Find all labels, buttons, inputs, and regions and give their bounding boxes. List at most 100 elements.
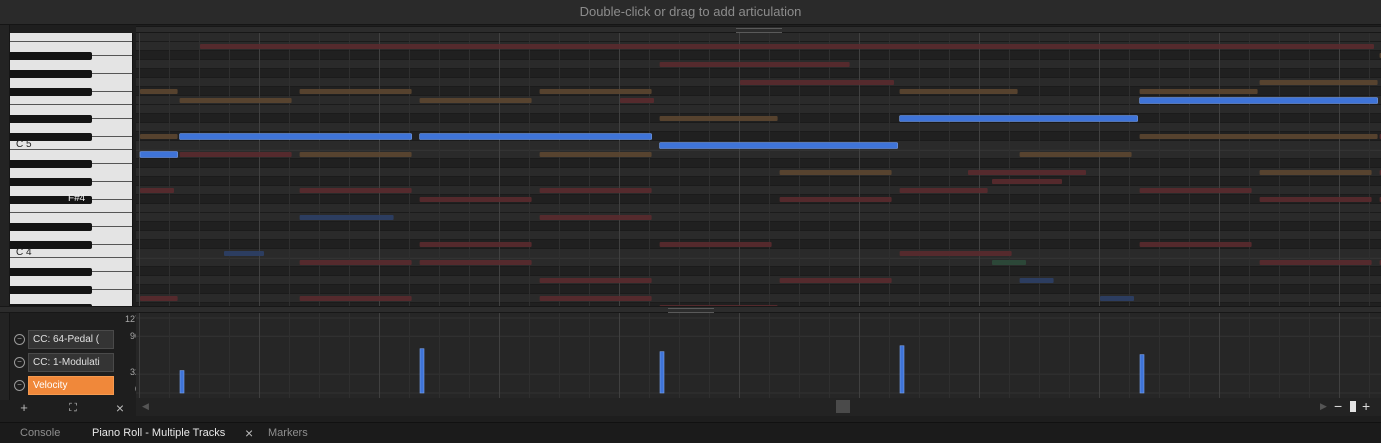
grid-row <box>136 51 1381 60</box>
grid-row <box>136 195 1381 204</box>
note <box>419 133 652 140</box>
ghost-note <box>140 89 178 94</box>
ghost-note <box>539 188 652 193</box>
ghost-note <box>1019 152 1132 157</box>
cc-lane-pedal-button[interactable]: CC: 64-Pedal ( <box>28 330 114 349</box>
lane-splitter[interactable] <box>0 306 1381 313</box>
note <box>139 151 178 158</box>
zoom-slider-handle[interactable] <box>1350 401 1356 412</box>
note-grid[interactable] <box>136 33 1381 306</box>
black-key[interactable] <box>10 51 92 60</box>
ghost-note <box>1019 278 1054 283</box>
grid-row <box>136 33 1381 42</box>
velocity-bar <box>659 351 665 394</box>
articulation-hint: Double-click or drag to add articulation <box>579 4 802 19</box>
piano-keyboard[interactable]: C 5 F#4 C 4 <box>10 33 133 306</box>
scroll-thumb[interactable] <box>836 400 850 413</box>
grid-row <box>136 105 1381 114</box>
ghost-note <box>224 251 264 256</box>
grid-row <box>136 123 1381 132</box>
scroll-right-icon[interactable]: ▶ <box>1320 401 1327 412</box>
ghost-note <box>1139 134 1378 139</box>
ghost-note <box>779 278 892 283</box>
ghost-note <box>1139 188 1252 193</box>
ghost-note <box>659 242 772 247</box>
ghost-note <box>992 179 1062 184</box>
velocity-lane-canvas <box>136 313 1381 398</box>
ghost-note <box>1100 296 1134 301</box>
black-key[interactable] <box>10 222 92 231</box>
white-key[interactable] <box>10 33 132 42</box>
ghost-note <box>1139 89 1258 94</box>
key-label-fs4: F#4 <box>68 193 86 204</box>
close-lanes-icon[interactable]: × <box>110 398 130 418</box>
articulation-lane[interactable]: Double-click or drag to add articulation <box>0 0 1381 25</box>
ghost-note <box>200 44 1374 49</box>
ghost-note <box>659 62 850 67</box>
tab-close-icon[interactable]: × <box>245 423 253 443</box>
grid-row <box>136 159 1381 168</box>
ghost-note <box>299 260 412 265</box>
ghost-note <box>1259 170 1372 175</box>
ghost-note <box>992 260 1026 265</box>
lane-tools: + ⛶ × <box>10 398 136 418</box>
black-key[interactable] <box>10 267 92 276</box>
grid-row <box>136 231 1381 240</box>
scroll-left-icon[interactable]: ◀ <box>142 401 149 412</box>
cc-lane-panel: − CC: 64-Pedal ( − CC: 1-Modulati − Velo… <box>10 313 140 398</box>
zoom-in-icon[interactable]: + <box>1362 398 1370 414</box>
key-label-c5: C 5 <box>16 139 32 150</box>
velocity-lane[interactable] <box>136 313 1381 398</box>
cc-lane-modulation-button[interactable]: CC: 1-Modulati <box>28 353 114 372</box>
ghost-note <box>140 188 174 193</box>
ghost-note <box>140 296 178 301</box>
ghost-note <box>899 188 988 193</box>
cc-lane-row-velocity: − Velocity <box>12 376 114 395</box>
zoom-out-icon[interactable]: − <box>1334 398 1342 414</box>
grid-row <box>136 276 1381 285</box>
left-rail <box>0 0 10 400</box>
add-lane-icon[interactable]: + <box>14 398 34 418</box>
note <box>659 142 898 149</box>
ghost-note <box>419 98 532 103</box>
piano-roll-window: Double-click or drag to add articulation… <box>0 0 1381 443</box>
grid-row <box>136 168 1381 177</box>
ghost-note <box>299 89 412 94</box>
top-splitter[interactable] <box>136 26 1381 33</box>
fit-lanes-icon[interactable]: ⛶ <box>63 398 83 418</box>
black-key[interactable] <box>10 177 92 186</box>
velocity-bar <box>179 370 185 394</box>
ghost-note <box>419 260 532 265</box>
ghost-note <box>539 152 652 157</box>
ghost-note <box>299 215 394 220</box>
tab-markers[interactable]: Markers <box>268 423 308 443</box>
ghost-note <box>1139 242 1252 247</box>
grid-row <box>136 267 1381 276</box>
horizontal-scrollbar[interactable]: ◀ ▶ − + <box>136 398 1381 416</box>
bottom-tab-bar: Console Piano Roll - Multiple Tracks × M… <box>0 422 1381 443</box>
black-key[interactable] <box>10 159 92 168</box>
velocity-bar <box>899 345 905 394</box>
black-key[interactable] <box>10 285 92 294</box>
black-key[interactable] <box>10 69 92 78</box>
note-grid-canvas <box>136 33 1381 306</box>
ghost-note <box>299 188 412 193</box>
tab-console[interactable]: Console <box>20 423 60 443</box>
ghost-note <box>659 116 778 121</box>
ghost-note <box>899 89 1018 94</box>
cc-lane-velocity-button[interactable]: Velocity <box>28 376 114 395</box>
remove-lane-icon[interactable]: − <box>14 357 25 368</box>
ghost-note <box>179 152 292 157</box>
remove-lane-icon[interactable]: − <box>14 334 25 345</box>
velocity-bar <box>419 348 425 394</box>
ghost-note <box>899 251 1012 256</box>
ghost-note <box>140 134 178 139</box>
black-key[interactable] <box>10 87 92 96</box>
tab-piano-roll[interactable]: Piano Roll - Multiple Tracks <box>92 423 225 443</box>
remove-lane-icon[interactable]: − <box>14 380 25 391</box>
grid-row <box>136 222 1381 231</box>
cc-lane-row-modulation: − CC: 1-Modulati <box>12 353 114 372</box>
black-key[interactable] <box>10 114 92 123</box>
ghost-note <box>539 89 652 94</box>
ghost-note <box>539 278 652 283</box>
